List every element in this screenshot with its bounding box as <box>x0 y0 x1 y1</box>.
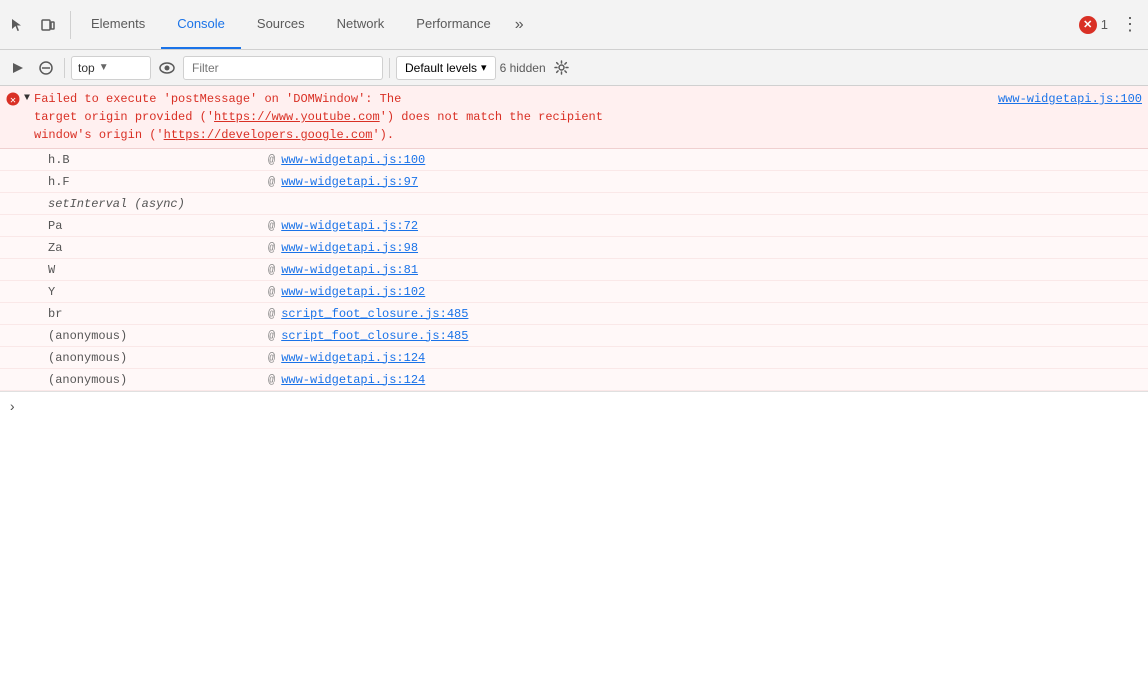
toolbar-right: ✕ 1 ⋮ <box>1079 11 1144 39</box>
stack-at: @ <box>268 241 275 255</box>
log-levels-button[interactable]: Default levels ▾ <box>396 56 496 80</box>
error-count: 1 <box>1101 17 1108 32</box>
tab-bar: Elements Console Sources Network Perform… <box>75 0 1079 49</box>
stack-row: h.F @ www-widgetapi.js:97 <box>0 171 1148 193</box>
stack-link[interactable]: script_foot_closure.js:485 <box>281 329 468 343</box>
tab-sources[interactable]: Sources <box>241 0 321 49</box>
toolbar-divider <box>64 58 65 78</box>
console-toolbar: top ▼ Default levels ▾ 6 hidden <box>0 50 1148 86</box>
toolbar-divider2 <box>389 58 390 78</box>
stack-link[interactable]: www-widgetapi.js:97 <box>281 175 418 189</box>
device-toolbar-icon[interactable] <box>34 11 62 39</box>
more-tabs-button[interactable]: » <box>507 0 532 49</box>
stack-row: Pa @ www-widgetapi.js:72 <box>0 215 1148 237</box>
console-input-row: › <box>0 391 1148 423</box>
stack-link[interactable]: www-widgetapi.js:98 <box>281 241 418 255</box>
main-area: top ▼ Default levels ▾ 6 hidden <box>0 50 1148 690</box>
stack-fn: (anonymous) <box>48 373 268 387</box>
stack-link[interactable]: www-widgetapi.js:124 <box>281 351 425 365</box>
expand-arrow-icon[interactable]: ▼ <box>24 93 30 104</box>
stack-row: Za @ www-widgetapi.js:98 <box>0 237 1148 259</box>
tab-network[interactable]: Network <box>321 0 401 49</box>
google-link[interactable]: https://developers.google.com <box>164 128 373 142</box>
console-settings-button[interactable] <box>550 56 574 80</box>
prompt-icon: › <box>8 400 16 416</box>
error-source-link[interactable]: www-widgetapi.js:100 <box>998 92 1142 106</box>
three-dot-menu-button[interactable]: ⋮ <box>1116 11 1144 39</box>
error-circle-icon: ✕ <box>1079 16 1097 34</box>
console-content: ✕ ▼ Failed to execute 'postMessage' on '… <box>0 86 1148 690</box>
hidden-count: 6 hidden <box>500 61 546 75</box>
tab-performance[interactable]: Performance <box>400 0 506 49</box>
stack-fn: W <box>48 263 268 277</box>
stack-row: W @ www-widgetapi.js:81 <box>0 259 1148 281</box>
tab-console[interactable]: Console <box>161 0 241 49</box>
stack-at: @ <box>268 219 275 233</box>
stack-fn: Y <box>48 285 268 299</box>
stack-row: Y @ www-widgetapi.js:102 <box>0 281 1148 303</box>
stack-frames: h.B @ www-widgetapi.js:100h.F @ www-widg… <box>0 149 1148 391</box>
stack-link[interactable]: www-widgetapi.js:81 <box>281 263 418 277</box>
stack-fn: h.B <box>48 153 268 167</box>
stack-link[interactable]: www-widgetapi.js:100 <box>281 153 425 167</box>
youtube-link[interactable]: https://www.youtube.com <box>214 110 380 124</box>
stack-at: @ <box>268 153 275 167</box>
error-icon: ✕ <box>6 92 20 111</box>
stack-link[interactable]: script_foot_closure.js:485 <box>281 307 468 321</box>
stack-fn: br <box>48 307 268 321</box>
stack-fn: (anonymous) <box>48 329 268 343</box>
error-message-text: Failed to execute 'postMessage' on 'DOMW… <box>34 90 990 144</box>
stack-row: h.B @ www-widgetapi.js:100 <box>0 149 1148 171</box>
console-input[interactable] <box>22 401 1140 415</box>
svg-text:✕: ✕ <box>10 96 16 106</box>
devtools-toolbar: Elements Console Sources Network Perform… <box>0 0 1148 50</box>
stack-row: setInterval (async) <box>0 193 1148 215</box>
stack-row: (anonymous) @ script_foot_closure.js:485 <box>0 325 1148 347</box>
filter-input[interactable] <box>183 56 383 80</box>
stack-fn: (anonymous) <box>48 351 268 365</box>
stack-row: (anonymous) @ www-widgetapi.js:124 <box>0 369 1148 391</box>
stack-fn: Pa <box>48 219 268 233</box>
stack-at: @ <box>268 329 275 343</box>
execute-script-button[interactable] <box>6 56 30 80</box>
stack-at: @ <box>268 263 275 277</box>
context-selector[interactable]: top ▼ <box>71 56 151 80</box>
stack-fn: Za <box>48 241 268 255</box>
stack-fn: h.F <box>48 175 268 189</box>
stack-link[interactable]: www-widgetapi.js:72 <box>281 219 418 233</box>
stack-at: @ <box>268 175 275 189</box>
cursor-icon[interactable] <box>4 11 32 39</box>
stack-at: @ <box>268 285 275 299</box>
stack-at: @ <box>268 373 275 387</box>
toolbar-icons <box>4 11 71 39</box>
stack-row: br @ script_foot_closure.js:485 <box>0 303 1148 325</box>
stack-at: @ <box>268 307 275 321</box>
stack-row: (anonymous) @ www-widgetapi.js:124 <box>0 347 1148 369</box>
clear-console-button[interactable] <box>34 56 58 80</box>
stack-fn: setInterval (async) <box>48 197 185 211</box>
eye-button[interactable] <box>155 56 179 80</box>
stack-link[interactable]: www-widgetapi.js:124 <box>281 373 425 387</box>
stack-link[interactable]: www-widgetapi.js:102 <box>281 285 425 299</box>
error-row: ✕ ▼ Failed to execute 'postMessage' on '… <box>0 86 1148 149</box>
error-badge[interactable]: ✕ 1 <box>1079 16 1108 34</box>
tab-elements[interactable]: Elements <box>75 0 161 49</box>
stack-at: @ <box>268 351 275 365</box>
